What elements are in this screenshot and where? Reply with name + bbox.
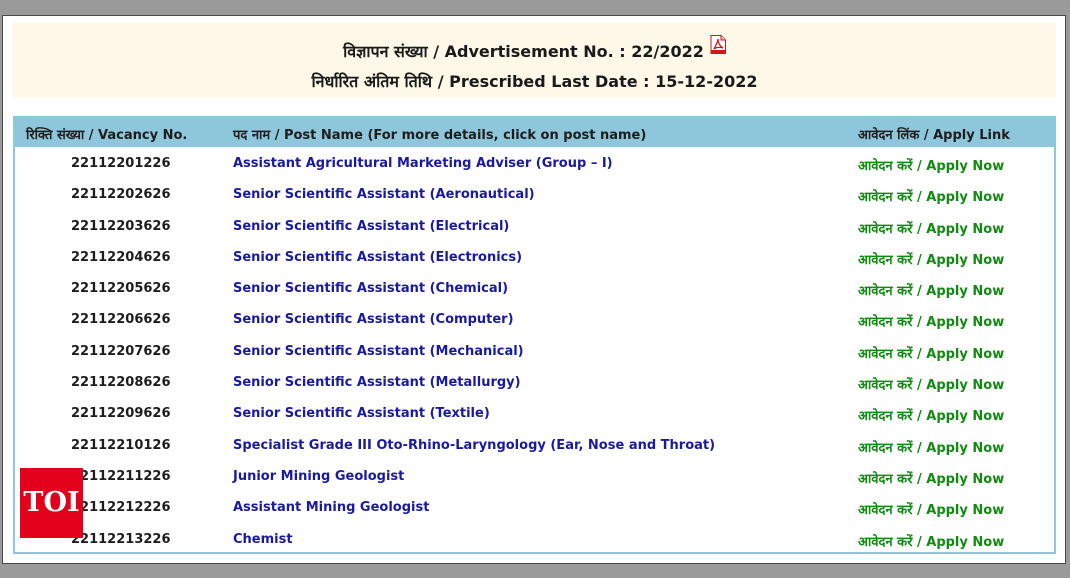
apply-now-link[interactable]: आवेदन करें / Apply Now (858, 250, 1004, 268)
vacancy-number: 22112207626 (71, 343, 171, 359)
table-row: 22112206626 Senior Scientific Assistant (… (15, 303, 1054, 334)
vacancy-number: 22112205626 (71, 281, 171, 297)
advertisement-header: विज्ञापन संख्या / Advertisement No. : 22… (13, 23, 1056, 97)
table-row: 22112209626 Senior Scientific Assistant (… (15, 397, 1054, 428)
vacancy-number: 22112211226 (71, 468, 171, 484)
advertisement-number: विज्ञापन संख्या / Advertisement No. : 22… (343, 42, 704, 61)
vacancy-number: 22112206626 (71, 312, 171, 328)
column-header-post: पद नाम / Post Name (For more details, cl… (233, 128, 647, 143)
table-row: 22112203626 Senior Scientific Assistant (… (15, 210, 1054, 241)
post-name-link[interactable]: Chemist (233, 532, 293, 547)
post-name-link[interactable]: Senior Scientific Assistant (Mechanical) (233, 344, 524, 359)
column-header-apply: आवेदन लिंक / Apply Link (858, 128, 1010, 143)
apply-now-link[interactable]: आवेदन करें / Apply Now (858, 156, 1004, 174)
apply-now-link[interactable]: आवेदन करें / Apply Now (858, 532, 1004, 550)
vacancy-number: 22112213226 (71, 531, 171, 547)
apply-now-link[interactable]: आवेदन करें / Apply Now (858, 281, 1004, 299)
vacancy-number: 22112212226 (71, 500, 171, 516)
vacancy-number: 22112208626 (71, 375, 171, 391)
apply-now-link[interactable]: आवेदन करें / Apply Now (858, 312, 1004, 330)
vacancy-number: 22112202626 (71, 187, 171, 203)
apply-now-link[interactable]: आवेदन करें / Apply Now (858, 375, 1004, 393)
post-name-link[interactable]: Specialist Grade III Oto-Rhino-Laryngolo… (233, 438, 715, 453)
post-name-link[interactable]: Senior Scientific Assistant (Metallurgy) (233, 375, 521, 390)
vacancy-number: 22112204626 (71, 249, 171, 265)
vacancy-number: 22112209626 (71, 406, 171, 422)
apply-now-link[interactable]: आवेदन करें / Apply Now (858, 438, 1004, 456)
table-row: 22112204626 Senior Scientific Assistant (… (15, 241, 1054, 272)
table-row: 22112205626 Senior Scientific Assistant (… (15, 272, 1054, 303)
apply-now-link[interactable]: आवेदन करें / Apply Now (858, 469, 1004, 487)
vacancy-number: 22112201226 (71, 156, 171, 171)
apply-now-link[interactable]: आवेदन करें / Apply Now (858, 219, 1004, 237)
post-name-link[interactable]: Senior Scientific Assistant (Electronics… (233, 250, 522, 265)
post-name-link[interactable]: Assistant Mining Geologist (233, 500, 429, 515)
vacancy-number: 22112210126 (71, 437, 171, 453)
pdf-file-icon[interactable] (710, 34, 726, 54)
table-row: 22112211226 Junior Mining Geologist आवेदन … (15, 460, 1054, 491)
post-name-link[interactable]: Senior Scientific Assistant (Electrical) (233, 219, 509, 234)
table-header: रिक्ति संख्या / Vacancy No. पद नाम / Pos… (15, 118, 1054, 147)
table-row: 22112201226 Assistant Agricultural Market… (15, 147, 1054, 178)
vacancy-number: 22112203626 (71, 218, 171, 234)
advertisement-number-line: विज्ञापन संख्या / Advertisement No. : 22… (13, 34, 1056, 67)
post-name-link[interactable]: Assistant Agricultural Marketing Adviser… (233, 156, 613, 171)
apply-now-link[interactable]: आवेदन करें / Apply Now (858, 500, 1004, 518)
table-row: 22112202626 Senior Scientific Assistant (… (15, 178, 1054, 209)
apply-now-link[interactable]: आवेदन करें / Apply Now (858, 406, 1004, 424)
vacancy-table: रिक्ति संख्या / Vacancy No. पद नाम / Pos… (13, 116, 1056, 554)
apply-now-link[interactable]: आवेदन करें / Apply Now (858, 344, 1004, 362)
toi-logo: TOI (20, 468, 83, 538)
last-date-line: निर्धारित अंतिम तिथि / Prescribed Last D… (311, 72, 758, 91)
post-name-link[interactable]: Senior Scientific Assistant (Textile) (233, 406, 490, 421)
post-name-link[interactable]: Senior Scientific Assistant (Aeronautica… (233, 187, 535, 202)
table-row: 22112210126 Specialist Grade III Oto-Rhin… (15, 429, 1054, 460)
table-row: 22112212226 Assistant Mining Geologist आवे… (15, 491, 1054, 522)
table-row: 22112207626 Senior Scientific Assistant (… (15, 335, 1054, 366)
table-row: 22112213226 Chemist आवेदन करें / Apply Now (15, 523, 1054, 554)
apply-now-link[interactable]: आवेदन करें / Apply Now (858, 187, 1004, 205)
post-name-link[interactable]: Junior Mining Geologist (233, 469, 404, 484)
column-header-vacancy: रिक्ति संख्या / Vacancy No. (26, 128, 188, 143)
table-row: 22112208626 Senior Scientific Assistant (… (15, 366, 1054, 397)
post-name-link[interactable]: Senior Scientific Assistant (Computer) (233, 312, 514, 327)
post-name-link[interactable]: Senior Scientific Assistant (Chemical) (233, 281, 508, 296)
table-body: 22112201226 Assistant Agricultural Market… (15, 147, 1054, 554)
